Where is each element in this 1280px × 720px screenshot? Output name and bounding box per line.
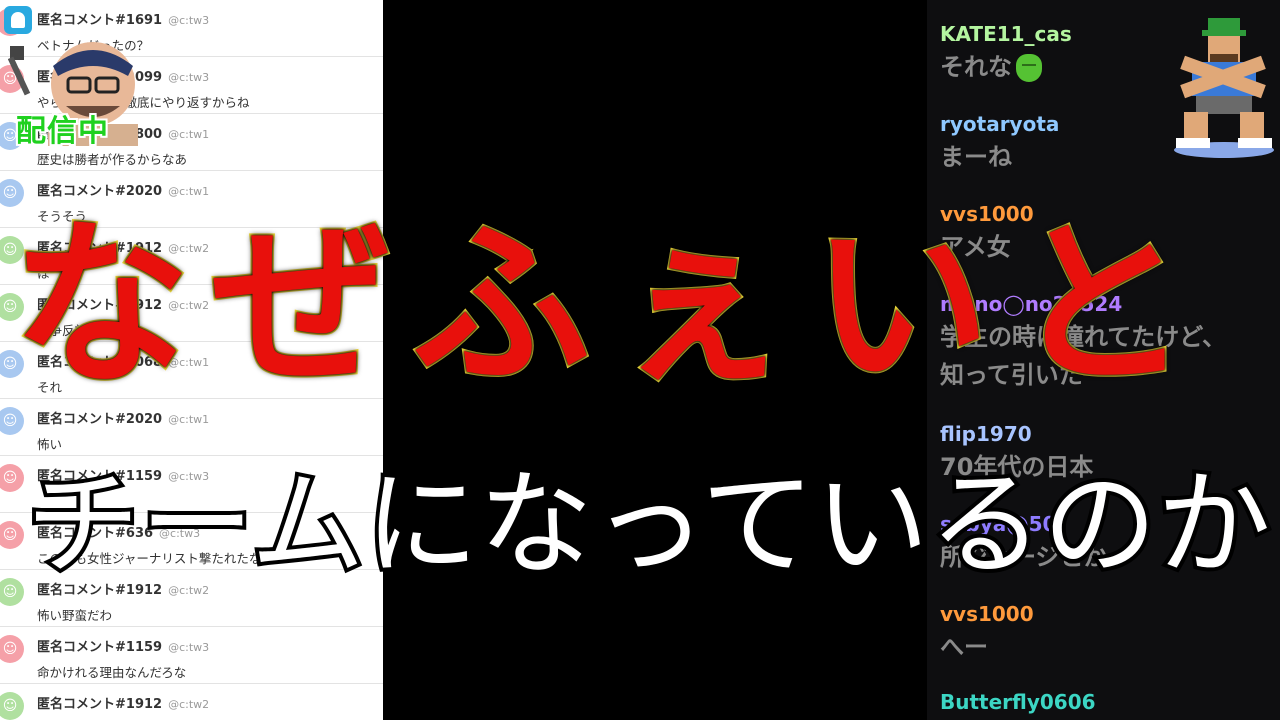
comment-text: 怖い <box>37 437 63 452</box>
stream-frame: ☺匿名コメント#1691@c:tw3ベトナムだったの？☺匿名コメント#2099@… <box>0 0 1280 720</box>
chat-text: まーね <box>940 140 1059 174</box>
comment-author: 匿名コメント#2020 @c:tw1 <box>37 180 209 199</box>
comment-row: ☺ 匿名コメント#1159 @c:tw3 命かけれる理由なんだろな <box>0 627 383 684</box>
comment-author-id: @c:tw2 <box>168 698 210 711</box>
comment-author: 匿名コメント#1691 @c:tw3 <box>37 9 209 28</box>
comment-author-name: 匿名コメント#1912 <box>37 697 163 712</box>
comment-author-name: 匿名コメント#2020 <box>37 412 163 427</box>
comment-author: 匿名コメント#1159 @c:tw3 <box>37 636 209 655</box>
comment-author-name: 匿名コメント#2020 <box>37 184 163 199</box>
chat-text-line: へー <box>940 633 988 661</box>
comment-author-name: 匿名コメント#1159 <box>37 640 163 655</box>
green-blob-emote-icon <box>1016 54 1042 82</box>
comment-author-id: @c:tw1 <box>168 128 210 141</box>
comment-author-name: 匿名コメント#1691 <box>37 13 163 28</box>
chat-username[interactable]: flip1970 <box>940 422 1093 446</box>
chat-text-line: まーね <box>940 143 1012 171</box>
smiley-icon: ☺ <box>0 578 24 606</box>
app-logo-icon <box>4 6 32 34</box>
live-badge: 配信中 <box>16 114 109 149</box>
comment-text: 歴史は勝者が作るからなあ <box>37 152 188 167</box>
chat-text: へー <box>940 630 1034 664</box>
pixel-character-icon <box>1174 18 1274 158</box>
comment-author-id: @c:tw3 <box>168 641 210 654</box>
chat-message: Butterfly0606 <box>940 690 1096 718</box>
comment-author: 匿名コメント#1912 @c:tw2 <box>37 693 209 712</box>
chat-message: KATE11_cas それな <box>940 22 1072 84</box>
comment-author-id: @c:tw1 <box>168 185 210 198</box>
caption-line-2: チームになっているのか <box>22 458 1275 591</box>
chat-message: ryotaryota まーね <box>940 112 1059 174</box>
chat-username[interactable]: KATE11_cas <box>940 22 1072 46</box>
chat-text-line: それな <box>940 53 1012 81</box>
smiley-icon: ☺ <box>0 635 24 663</box>
comment-text: 命かけれる理由なんだろな <box>37 665 187 680</box>
comment-row: ☺ 匿名コメント#1912 @c:tw2 <box>0 684 383 720</box>
comment-text: 怖い野蛮だわ <box>37 608 113 623</box>
chat-message: vvs1000 へー <box>940 602 1034 664</box>
smiley-icon: ☺ <box>0 407 24 435</box>
chat-username[interactable]: ryotaryota <box>940 112 1059 136</box>
comment-author-id: @c:tw3 <box>168 14 210 27</box>
chat-text: それな <box>940 50 1072 84</box>
chat-username[interactable]: Butterfly0606 <box>940 690 1096 714</box>
chat-username[interactable]: vvs1000 <box>940 602 1034 626</box>
comment-author-id: @c:tw1 <box>168 413 210 426</box>
smiley-icon: ☺ <box>0 692 24 720</box>
caption-line-1: なぜふぇいと <box>10 200 1212 409</box>
comment-author: 匿名コメント#2020 @c:tw1 <box>37 408 209 427</box>
comment-author-id: @c:tw3 <box>168 71 210 84</box>
